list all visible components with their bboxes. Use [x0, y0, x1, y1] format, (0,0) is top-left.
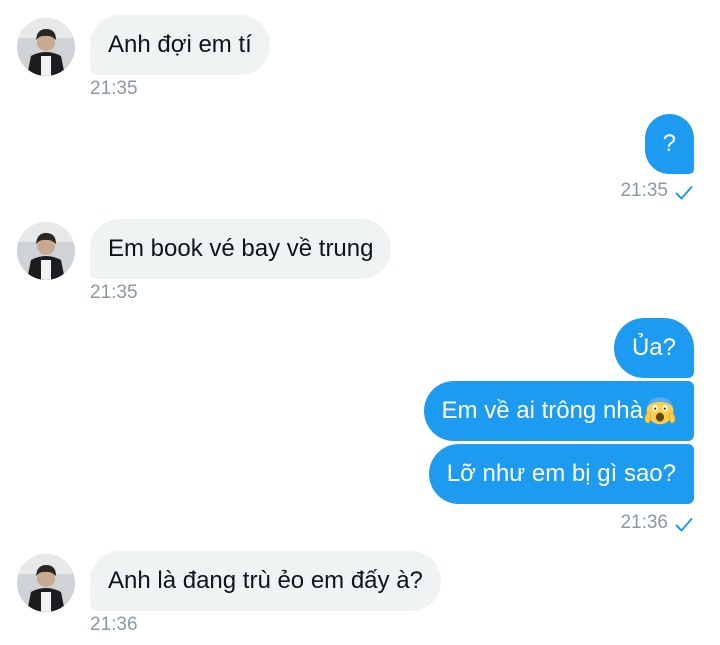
contact-avatar[interactable]	[17, 18, 75, 76]
message-text: Em về ai trông nhà	[441, 397, 643, 424]
message-bubble-outgoing[interactable]: ?	[644, 114, 694, 174]
contact-avatar[interactable]	[17, 554, 75, 612]
message-timestamp: 21:35	[90, 78, 138, 99]
message-timestamp: 21:35	[620, 180, 668, 201]
message-text: Anh là đang trù ẻo em đấy à?	[108, 567, 423, 594]
message-text: Em book vé bay về trung	[108, 235, 374, 262]
message-text: ?	[662, 130, 676, 157]
conversation-view: Anh đợi em tí 21:35 ? 21:35 Em book vé b…	[0, 0, 720, 645]
message-bubble-incoming[interactable]: Anh đợi em tí	[90, 15, 270, 75]
message-bubble-incoming[interactable]: Em book vé bay về trung	[90, 219, 392, 279]
contact-avatar[interactable]	[17, 222, 75, 280]
message-bubble-incoming[interactable]: Anh là đang trù ẻo em đấy à?	[90, 551, 441, 611]
check-icon	[675, 518, 693, 532]
message-timestamp: 21:36	[90, 614, 138, 635]
message-text: Ủa?	[631, 334, 676, 361]
message-text: Anh đợi em tí	[108, 31, 252, 58]
check-icon	[675, 186, 693, 200]
message-timestamp: 21:35	[90, 282, 138, 303]
message-bubble-outgoing[interactable]: Em về ai trông nhà	[423, 381, 694, 441]
message-text: Lỡ như em bị gì sao?	[446, 460, 676, 487]
message-timestamp: 21:36	[620, 512, 668, 533]
message-bubble-outgoing[interactable]: Lỡ như em bị gì sao?	[428, 444, 694, 504]
message-bubble-outgoing[interactable]: Ủa?	[613, 318, 694, 378]
screaming-face-emoji	[644, 397, 676, 424]
